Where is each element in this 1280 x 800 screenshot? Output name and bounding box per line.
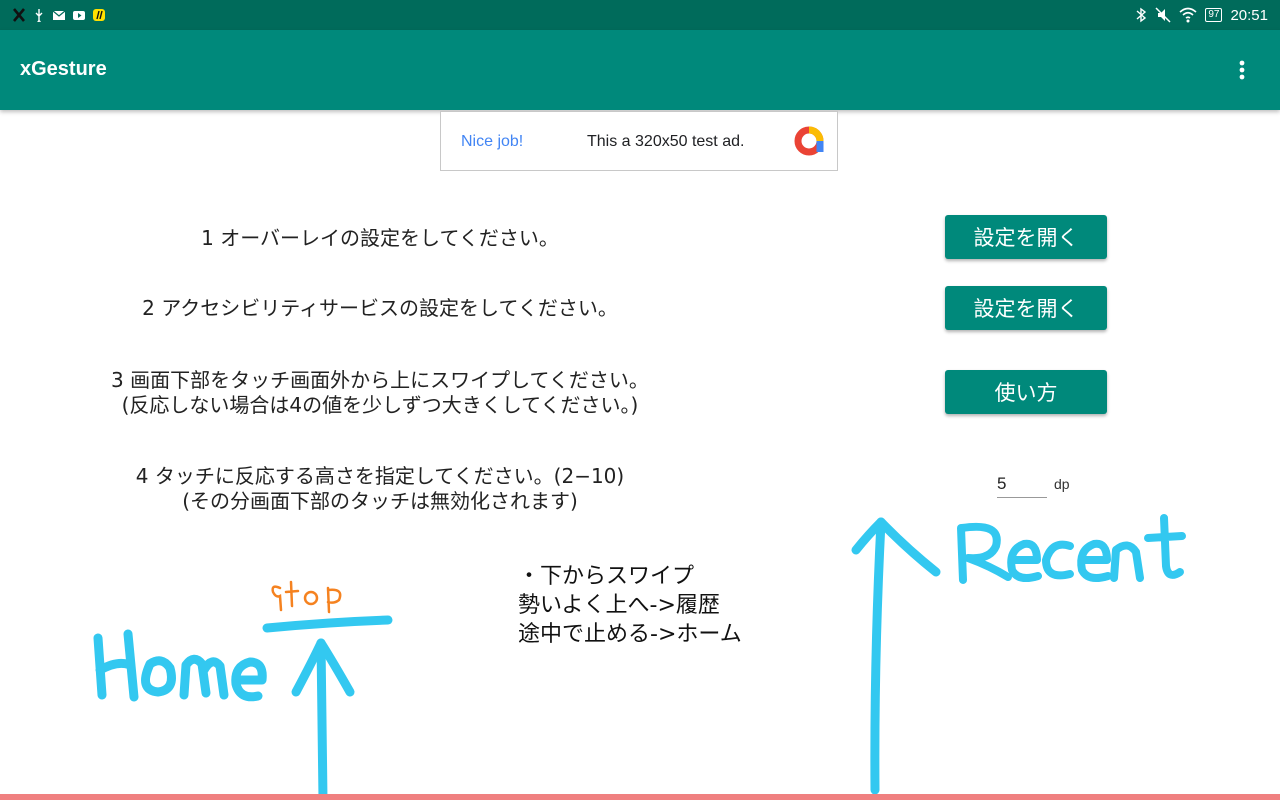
recent-arrow <box>851 517 941 795</box>
bottom-touch-area <box>0 794 1280 800</box>
gesture-illustration <box>93 514 1186 800</box>
home-handwriting <box>93 629 267 702</box>
recent-handwriting <box>957 514 1186 584</box>
stop-handwriting <box>271 580 342 614</box>
home-arrow <box>262 615 393 800</box>
